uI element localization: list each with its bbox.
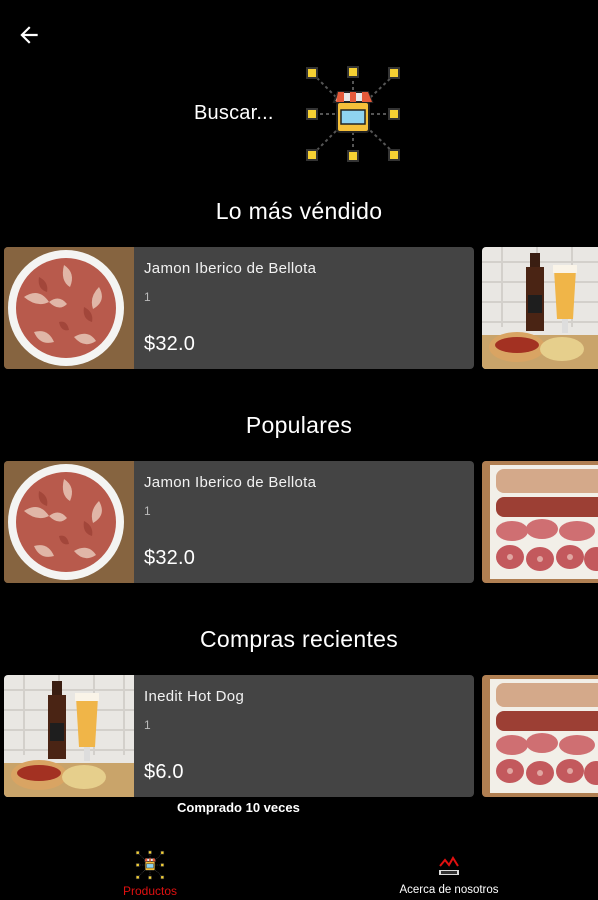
ham-plate-image (4, 247, 134, 369)
section-title-popular: Populares (245, 412, 353, 438)
section-title-best-sellers: Lo más véndido (215, 198, 383, 224)
product-card[interactable]: Jamon Iberico de Bellota 1 $32.0 (4, 247, 474, 369)
section-title-recent-purchases: Compras recientes (199, 626, 399, 652)
nav-products-label: Productos (122, 884, 178, 898)
next-product-card[interactable] (482, 247, 598, 369)
nav-about-us[interactable]: Acerca de nosotros (388, 844, 510, 900)
best-sellers-carousel[interactable]: Jamon Iberico de Bellota 1 $32.0 (0, 247, 598, 371)
popular-carousel[interactable]: Jamon Iberico de Bellota 1 $32.0 (0, 461, 598, 585)
beer-hotdog-image (4, 675, 134, 797)
beer-hotdog-image (482, 247, 598, 369)
product-price: $6.0 (144, 761, 184, 783)
ham-plate-image (4, 461, 134, 583)
product-price: $32.0 (144, 547, 196, 569)
back-arrow-icon[interactable] (16, 22, 42, 48)
product-name: Jamon Iberico de Bellota (144, 474, 317, 491)
charcuterie-board-image (482, 675, 598, 797)
next-product-card[interactable] (482, 675, 598, 797)
bottom-navigation: Productos Acerca de nosotros (0, 844, 598, 900)
next-product-card[interactable] (482, 461, 598, 583)
product-quantity: 1 (144, 504, 151, 518)
product-card[interactable]: Inedit Hot Dog 1 $6.0 (4, 675, 474, 797)
purchase-count: Comprado 10 veces (177, 800, 300, 815)
nav-about-us-label: Acerca de nosotros (399, 884, 499, 896)
product-quantity: 1 (144, 290, 151, 304)
product-name: Jamon Iberico de Bellota (144, 260, 317, 277)
store-network-icon[interactable] (302, 64, 404, 164)
logo-icon (439, 856, 459, 875)
product-quantity: 1 (144, 718, 151, 732)
search-button[interactable]: Buscar... (194, 102, 274, 125)
recent-purchases-carousel[interactable]: Inedit Hot Dog 1 $6.0 (0, 675, 598, 799)
product-price: $32.0 (144, 333, 196, 355)
product-name: Inedit Hot Dog (144, 688, 245, 705)
store-network-icon (135, 850, 165, 880)
product-card[interactable]: Jamon Iberico de Bellota 1 $32.0 (4, 461, 474, 583)
search-area: Buscar... (0, 60, 598, 170)
charcuterie-board-image (482, 461, 598, 583)
nav-products[interactable]: Productos (100, 844, 200, 900)
